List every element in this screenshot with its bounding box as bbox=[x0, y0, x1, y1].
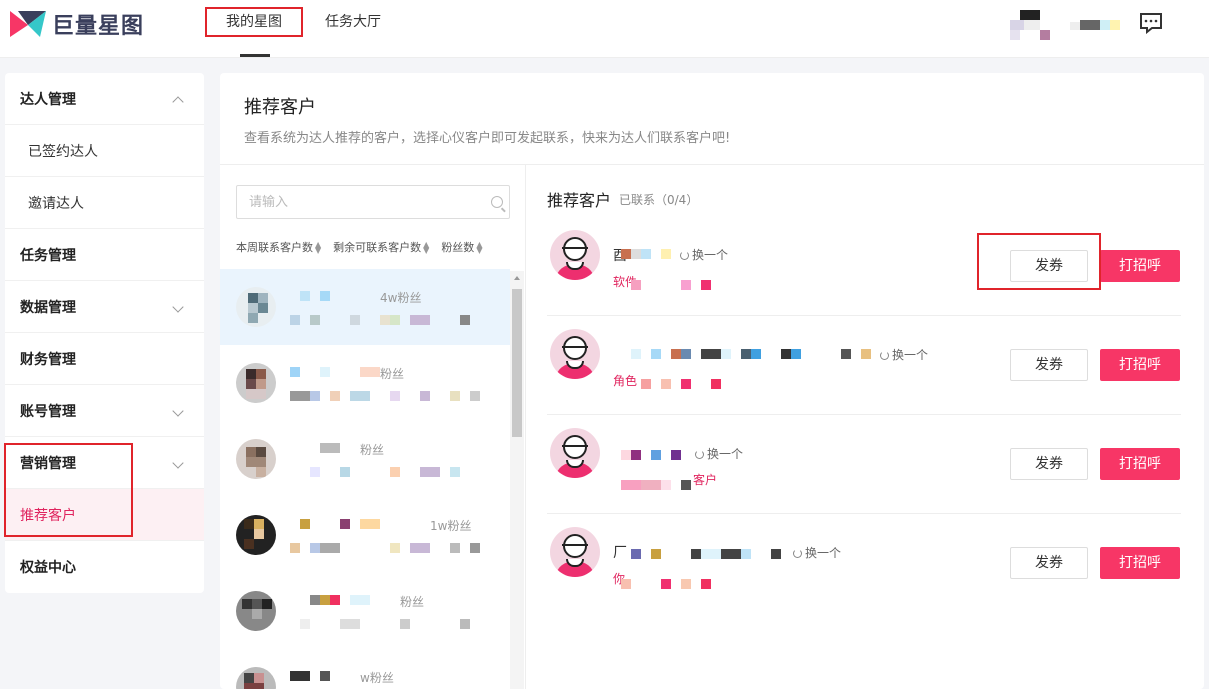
avatar bbox=[236, 363, 276, 403]
coupon-highlight-box bbox=[977, 233, 1101, 290]
swap-button[interactable]: 换一个 bbox=[880, 346, 928, 363]
tab-highlight-box bbox=[205, 7, 303, 37]
sidebar-item-label: 数据管理 bbox=[20, 299, 76, 316]
avatar bbox=[236, 287, 276, 327]
greet-button[interactable]: 打招呼 bbox=[1100, 547, 1180, 579]
sidebar-item-finance-management[interactable]: 财务管理 bbox=[5, 333, 204, 385]
main-panel: 推荐客户 查看系统为达人推荐的客户，选择心仪客户即可发起联系，快来为达人们联系客… bbox=[220, 73, 1204, 689]
customer-tag: 客户 bbox=[693, 473, 718, 487]
fans-count: 粉丝 bbox=[380, 367, 405, 381]
sort-fans[interactable]: 粉丝数 ▲ ▼ bbox=[441, 239, 482, 255]
sort-arrows-icon: ▲ ▼ bbox=[315, 240, 322, 255]
refresh-icon bbox=[680, 251, 689, 260]
customer-avatar bbox=[550, 329, 600, 379]
sidebar-item-label: 达人管理 bbox=[20, 91, 76, 108]
list-item[interactable]: w粉丝 bbox=[220, 649, 510, 689]
sidebar-item-account-management[interactable]: 账号管理 bbox=[5, 385, 204, 437]
fans-count: w粉丝 bbox=[360, 671, 394, 685]
sidebar-item-benefits-center[interactable]: 权益中心 bbox=[5, 541, 204, 593]
chevron-up-icon bbox=[172, 96, 184, 108]
tab-task-hall[interactable]: 任务大厅 bbox=[318, 0, 388, 58]
search-icon[interactable] bbox=[491, 196, 503, 208]
chat-bubble-icon[interactable] bbox=[1139, 12, 1163, 35]
customer-avatar bbox=[550, 230, 600, 280]
swap-button[interactable]: 换一个 bbox=[680, 246, 728, 263]
customer-row: 厂 换一个 你 发券 打招呼 bbox=[547, 514, 1181, 613]
chevron-down-icon bbox=[172, 457, 184, 469]
scrollbar[interactable] bbox=[510, 271, 524, 689]
send-coupon-button[interactable]: 发券 bbox=[1010, 349, 1088, 381]
sort-weekly-contacts[interactable]: 本周联系客户数 ▲ ▼ bbox=[236, 239, 321, 255]
swap-button[interactable]: 换一个 bbox=[695, 445, 743, 462]
sidebar: 达人管理 已签约达人 邀请达人 任务管理 数据管理 财务管理 账号管理 营销管理… bbox=[4, 73, 204, 593]
tab-label: 任务大厅 bbox=[325, 14, 381, 30]
search-input[interactable] bbox=[237, 186, 467, 218]
sidebar-item-label: 权益中心 bbox=[20, 560, 76, 576]
swap-button[interactable]: 换一个 bbox=[793, 544, 841, 561]
fans-count: 4w粉丝 bbox=[380, 291, 422, 305]
refresh-icon bbox=[793, 549, 802, 558]
customer-avatar bbox=[550, 428, 600, 478]
customers-heading: 推荐客户 bbox=[547, 191, 612, 210]
tab-active-indicator bbox=[240, 54, 270, 57]
customer-row: 换一个 客户 发券 打招呼 bbox=[547, 415, 1181, 514]
avatar bbox=[236, 667, 276, 689]
scrollbar-thumb[interactable] bbox=[512, 289, 522, 437]
scroll-up-icon[interactable] bbox=[514, 276, 520, 280]
sidebar-item-label: 财务管理 bbox=[20, 351, 76, 368]
customer-row: 换一个 角色 发券 打招呼 bbox=[547, 316, 1181, 415]
marketing-highlight-box bbox=[4, 443, 133, 537]
avatar bbox=[236, 591, 276, 631]
sort-row: 本周联系客户数 ▲ ▼ 剩余可联系客户数 ▲ ▼ 粉丝数 ▲ ▼ bbox=[236, 239, 482, 255]
sidebar-item-task-management[interactable]: 任务管理 bbox=[5, 229, 204, 281]
avatar bbox=[236, 439, 276, 479]
list-item[interactable]: 粉丝 bbox=[220, 345, 510, 421]
sidebar-item-label: 邀请达人 bbox=[28, 195, 84, 212]
refresh-icon bbox=[880, 351, 889, 360]
logo-text: 巨量星图 bbox=[52, 14, 145, 39]
sidebar-item-label: 已签约达人 bbox=[28, 143, 98, 160]
list-item[interactable]: 1w粉丝 bbox=[220, 497, 510, 573]
sort-arrows-icon: ▲ ▼ bbox=[476, 240, 483, 255]
sidebar-item-label: 任务管理 bbox=[20, 247, 76, 264]
list-item[interactable]: 粉丝 bbox=[220, 573, 510, 649]
sort-remaining-contacts[interactable]: 剩余可联系客户数 ▲ ▼ bbox=[333, 239, 429, 255]
greet-button[interactable]: 打招呼 bbox=[1100, 250, 1180, 282]
chevron-down-icon bbox=[172, 301, 184, 313]
send-coupon-button[interactable]: 发券 bbox=[1010, 448, 1088, 480]
refresh-icon bbox=[695, 450, 704, 459]
greet-button[interactable]: 打招呼 bbox=[1100, 349, 1180, 381]
top-header: 巨量星图 我的星图 任务大厅 bbox=[0, 0, 1209, 58]
chevron-down-icon bbox=[172, 405, 184, 417]
list-item[interactable]: 4w粉丝 bbox=[220, 269, 510, 345]
user-account-area[interactable] bbox=[1010, 10, 1120, 42]
search-box[interactable] bbox=[236, 185, 510, 219]
customer-avatar bbox=[550, 527, 600, 577]
logo[interactable]: 巨量星图 bbox=[10, 8, 144, 40]
greet-button[interactable]: 打招呼 bbox=[1100, 448, 1180, 480]
contacted-count: 已联系（0/4） bbox=[619, 193, 699, 207]
sidebar-item-talent-management[interactable]: 达人管理 bbox=[5, 73, 204, 125]
sidebar-item-data-management[interactable]: 数据管理 bbox=[5, 281, 204, 333]
fans-count: 粉丝 bbox=[360, 443, 385, 457]
logo-icon bbox=[10, 11, 46, 37]
sidebar-item-signed-talent[interactable]: 已签约达人 bbox=[5, 125, 204, 177]
customer-name: 厂 bbox=[613, 545, 627, 561]
list-item[interactable]: 粉丝 bbox=[220, 421, 510, 497]
talent-list-column: 本周联系客户数▲▼ 剩余可联系客户数▲▼ 粉丝数▲▼ 4w粉丝 bbox=[220, 165, 526, 689]
sort-arrows-icon: ▲ ▼ bbox=[423, 240, 430, 255]
sidebar-item-label: 账号管理 bbox=[20, 403, 76, 420]
send-coupon-button[interactable]: 发券 bbox=[1010, 547, 1088, 579]
avatar bbox=[236, 515, 276, 555]
fans-count: 1w粉丝 bbox=[430, 519, 472, 533]
tab-my-xingtu[interactable]: 我的星图 bbox=[205, 0, 303, 58]
fans-count: 粉丝 bbox=[400, 595, 425, 609]
page-title: 推荐客户 bbox=[244, 97, 316, 118]
page-description: 查看系统为达人推荐的客户，选择心仪客户即可发起联系，快来为达人们联系客户吧! bbox=[244, 131, 731, 146]
customer-tag: 角色 bbox=[613, 374, 638, 388]
sidebar-item-invite-talent[interactable]: 邀请达人 bbox=[5, 177, 204, 229]
